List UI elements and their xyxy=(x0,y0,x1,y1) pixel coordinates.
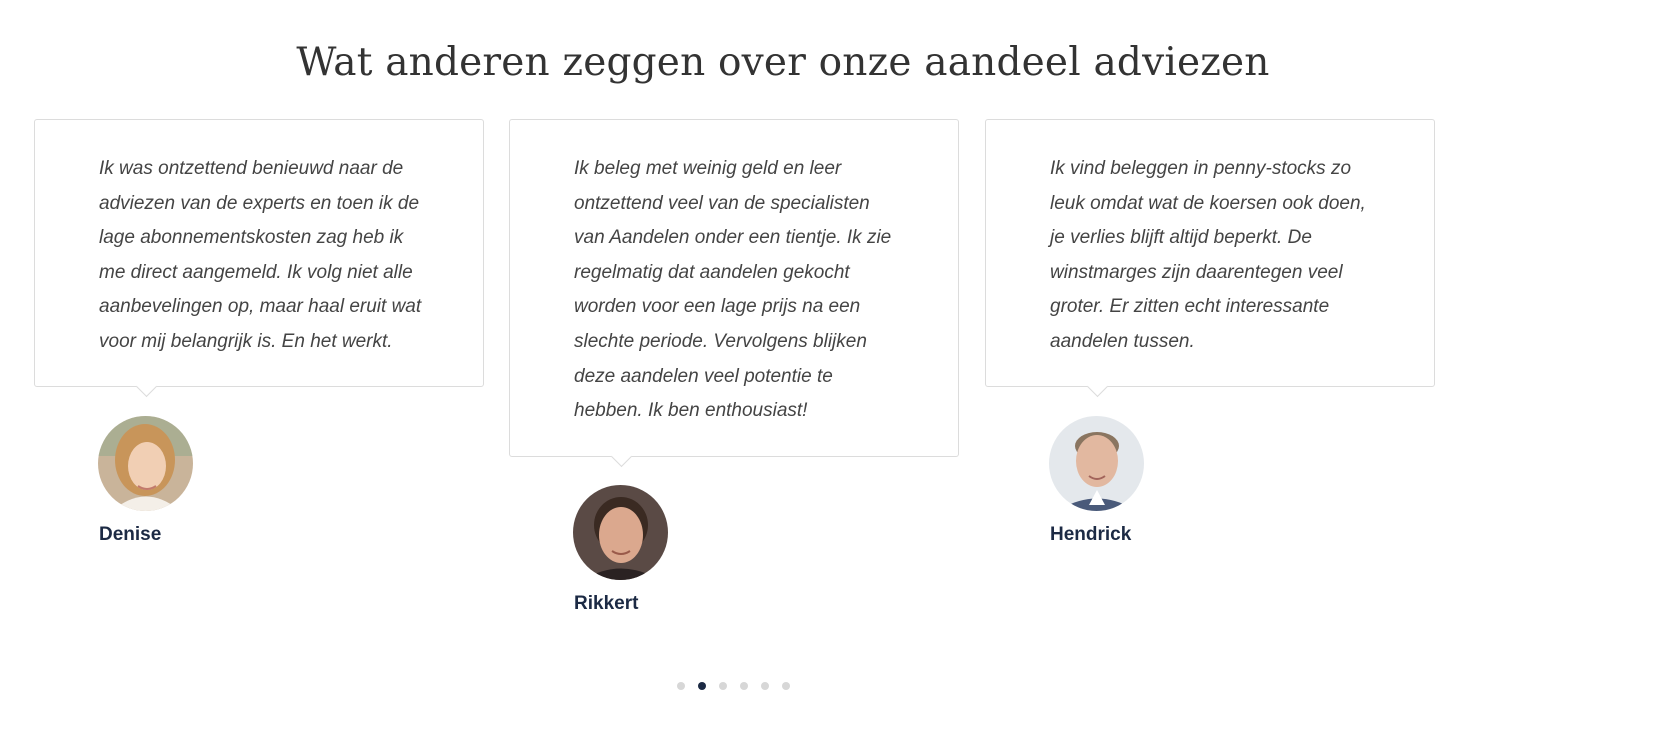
section-title: Wat anderen zeggen over onze aandeel adv… xyxy=(296,40,1270,85)
man-portrait-icon xyxy=(1049,416,1144,511)
testimonial-name: Hendrick xyxy=(1050,524,1132,545)
carousel-dot-1[interactable] xyxy=(677,682,685,690)
carousel-dot-3[interactable] xyxy=(719,682,727,690)
quote-bubble: Ik vind beleggen in penny-stocks zo leuk… xyxy=(985,119,1435,387)
carousel-dot-6[interactable] xyxy=(782,682,790,690)
avatar xyxy=(1049,416,1144,511)
carousel-dot-2[interactable] xyxy=(698,682,706,690)
testimonial-name: Rikkert xyxy=(574,593,639,614)
carousel-pagination xyxy=(677,682,790,690)
carousel-dot-5[interactable] xyxy=(761,682,769,690)
testimonial-card-rikkert: Ik beleg met weinig geld en leer ontzett… xyxy=(509,119,959,457)
woman-portrait-icon xyxy=(98,416,193,511)
avatar xyxy=(98,416,193,511)
testimonial-quote: Ik vind beleggen in penny-stocks zo leuk… xyxy=(1050,158,1366,352)
quote-bubble: Ik was ontzettend benieuwd naar de advie… xyxy=(34,119,484,387)
testimonial-quote: Ik was ontzettend benieuwd naar de advie… xyxy=(99,158,422,352)
man-portrait-icon xyxy=(573,485,668,580)
testimonial-quote: Ik beleg met weinig geld en leer ontzett… xyxy=(574,158,892,422)
quote-bubble: Ik beleg met weinig geld en leer ontzett… xyxy=(509,119,959,457)
testimonial-name: Denise xyxy=(99,524,162,545)
testimonial-card-hendrick: Ik vind beleggen in penny-stocks zo leuk… xyxy=(985,119,1435,387)
avatar xyxy=(573,485,668,580)
carousel-dot-4[interactable] xyxy=(740,682,748,690)
testimonial-card-denise: Ik was ontzettend benieuwd naar de advie… xyxy=(34,119,484,387)
